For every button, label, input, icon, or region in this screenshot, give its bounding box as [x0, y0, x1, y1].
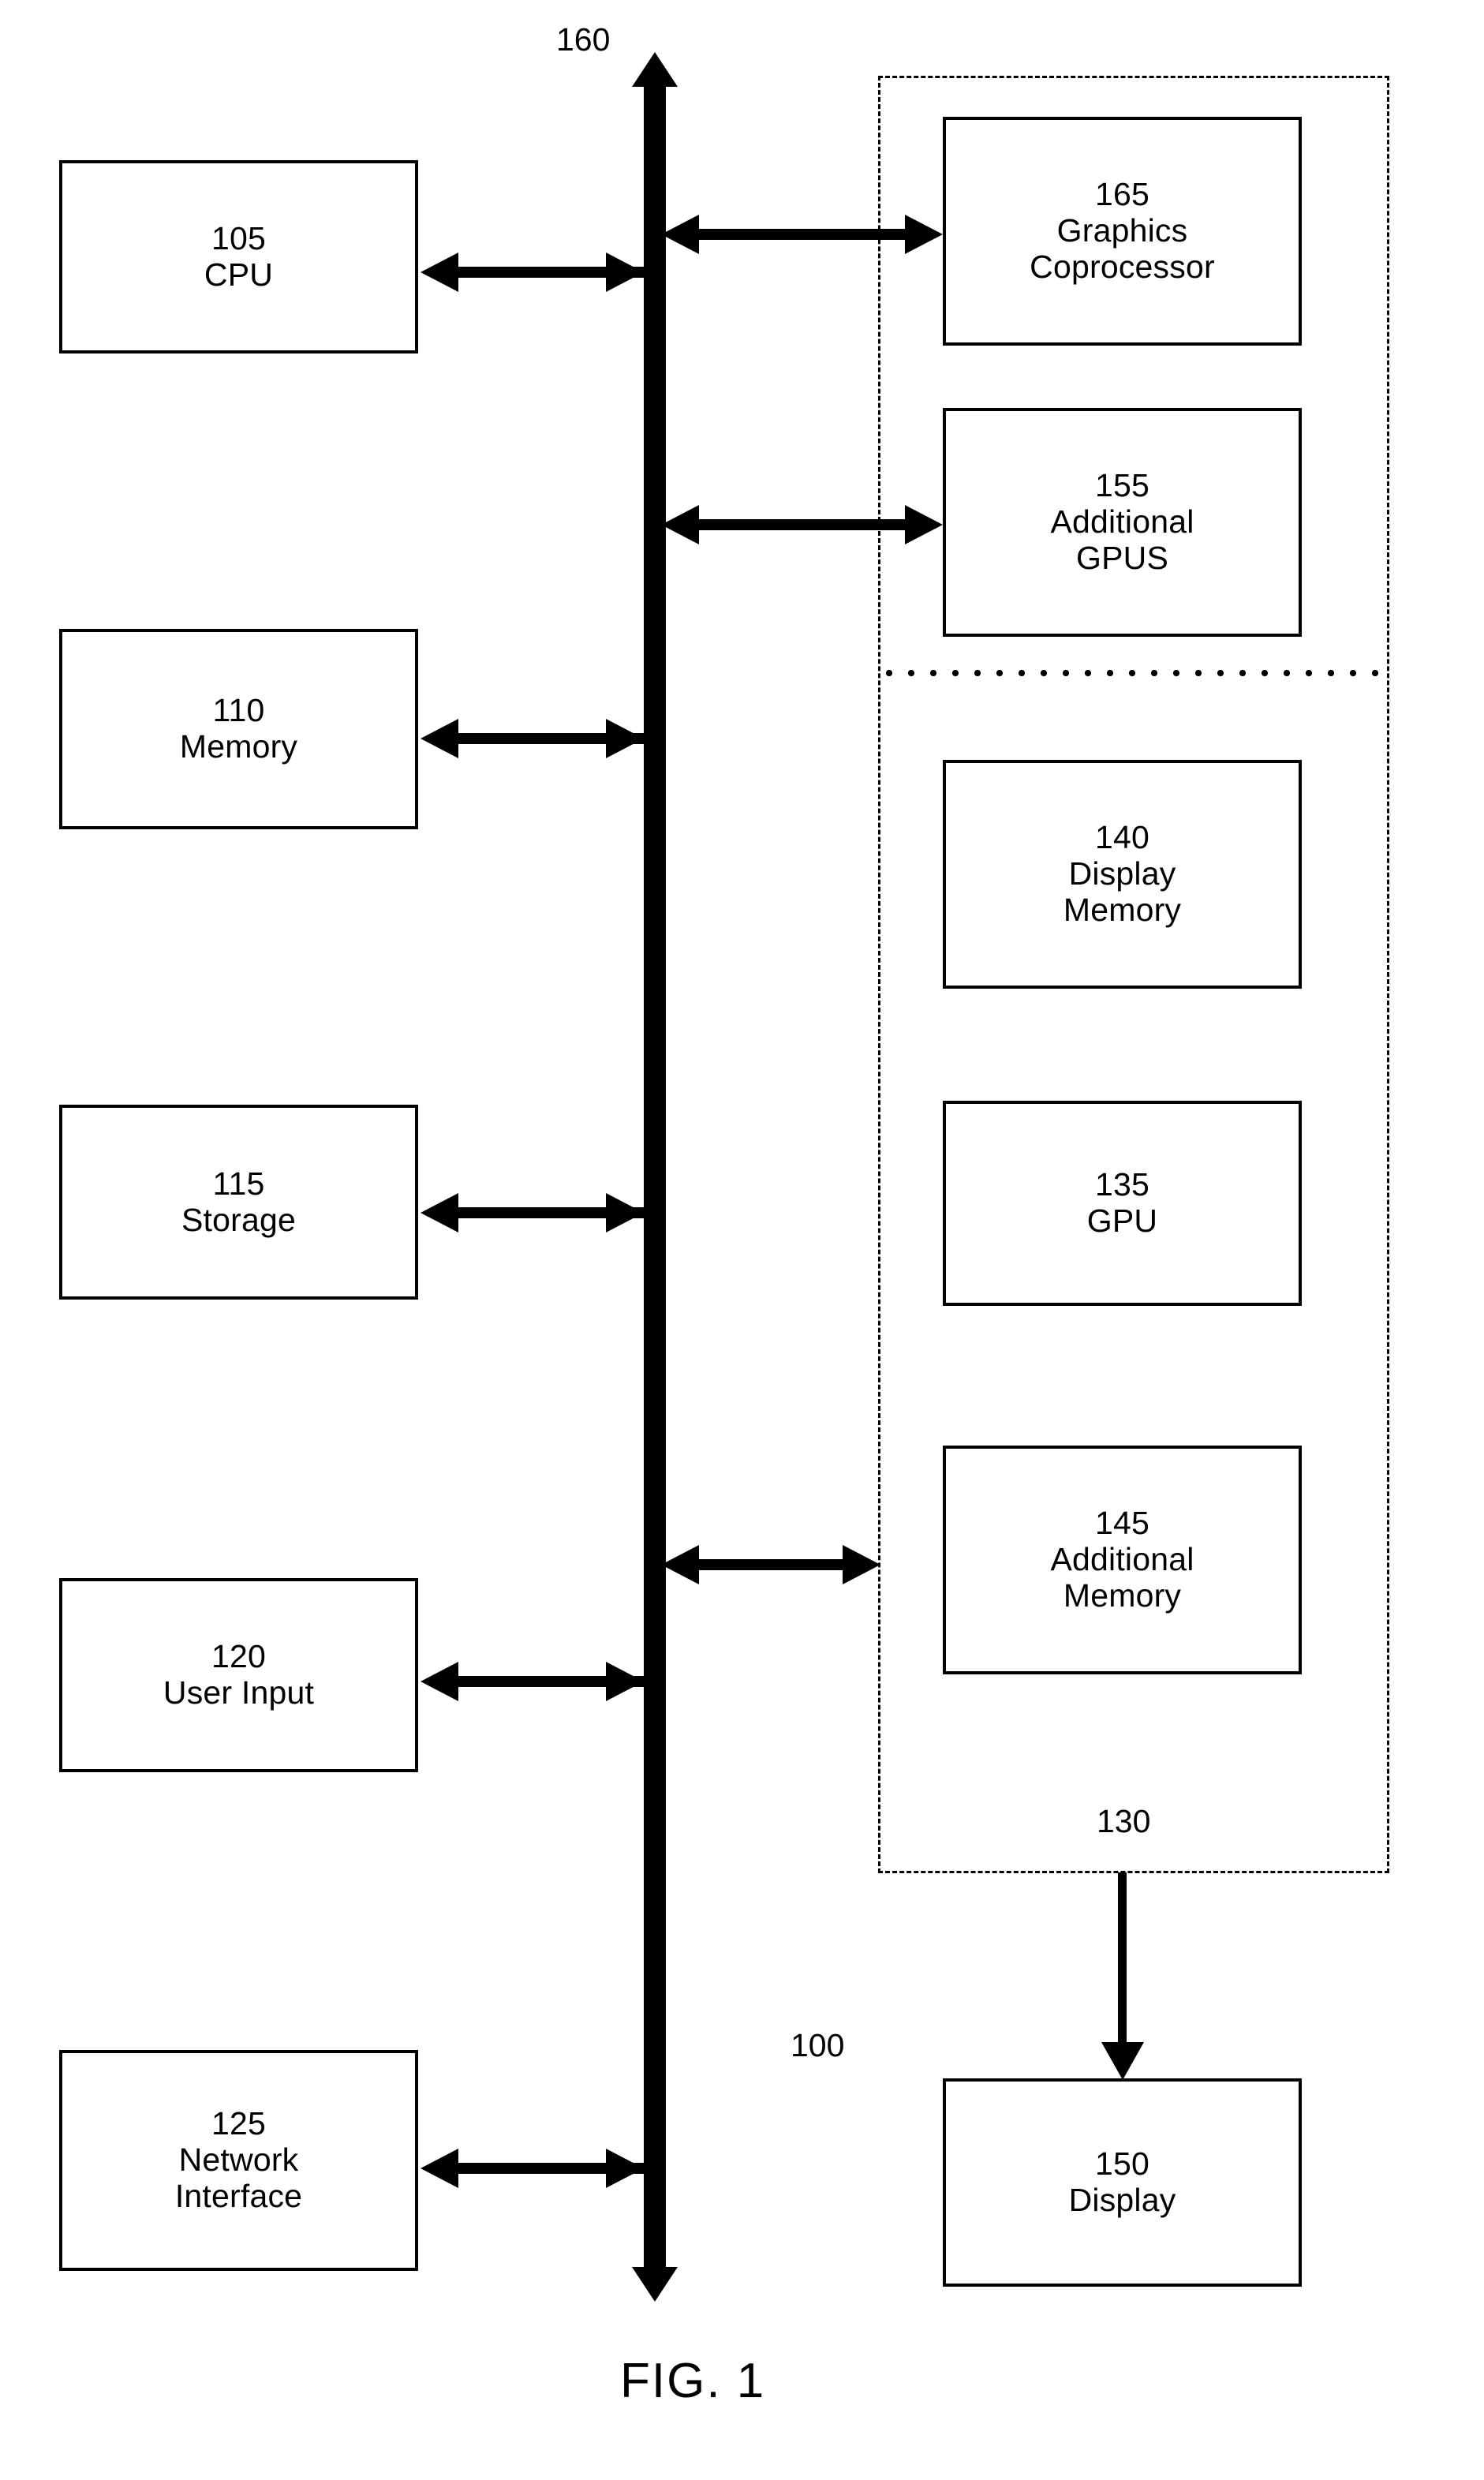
display-memory-label-line2: Memory	[1063, 891, 1182, 928]
storage-label: Storage	[181, 1201, 296, 1238]
graphics-coprocessor-connector	[699, 229, 905, 240]
gpu-label: GPU	[1086, 1203, 1158, 1239]
additional-memory-ref: 145	[1094, 1505, 1149, 1542]
component-box-display-memory[interactable]: 140 Display Memory	[943, 760, 1302, 989]
graphics-coprocessor-arrowhead-left	[661, 215, 699, 254]
system-reference-label: 100	[791, 2027, 845, 2063]
bus-arrowhead-up	[632, 52, 678, 87]
display-connector-arrowhead	[1101, 2042, 1144, 2080]
user-input-bus-arrowhead-right	[606, 1662, 644, 1701]
bus-reference-label: 160	[556, 21, 611, 58]
storage-ref: 115	[212, 1165, 265, 1202]
network-interface-bus-arrowhead-right	[606, 2149, 644, 2188]
component-box-memory[interactable]: 110 Memory	[59, 629, 418, 829]
display-ref: 150	[1094, 2145, 1149, 2183]
user-input-label: User Input	[163, 1674, 315, 1711]
subsystem-bus-arrowhead-right	[843, 1545, 880, 1584]
bus-arrowhead-down	[632, 2267, 678, 2302]
cpu-bus-arrowhead-right	[606, 252, 644, 292]
additional-gpus-arrowhead-left	[661, 505, 699, 544]
memory-bus-arrowhead-right	[606, 719, 644, 758]
memory-label: Memory	[179, 728, 298, 765]
subsystem-bus-arrowhead-left	[661, 1545, 699, 1584]
network-interface-ref: 125	[211, 2105, 266, 2142]
network-interface-bus-arrowhead-left	[421, 2149, 458, 2188]
network-interface-label-line2: Interface	[174, 2177, 303, 2214]
graphics-coprocessor-label-line2: Coprocessor	[1030, 248, 1215, 285]
figure-caption: FIG. 1	[620, 2354, 766, 2408]
cpu-ref: 105	[211, 219, 266, 256]
component-box-additional-gpus[interactable]: 155 Additional GPUS	[943, 408, 1302, 637]
network-interface-label: Network	[178, 2141, 299, 2179]
storage-bus-arrowhead-left	[421, 1193, 458, 1233]
display-label: Display	[1068, 2182, 1176, 2218]
additional-memory-label: Additional	[1050, 1541, 1194, 1578]
graphics-coprocessor-arrowhead-right	[905, 215, 943, 254]
component-box-cpu[interactable]: 105 CPU	[59, 160, 418, 353]
display-memory-ref: 140	[1094, 819, 1149, 856]
component-box-gpu[interactable]: 135 GPU	[943, 1101, 1302, 1306]
additional-gpus-connector	[699, 519, 905, 530]
memory-bus-arrowhead-left	[421, 719, 458, 758]
storage-bus-arrowhead-right	[606, 1193, 644, 1233]
gpu-ref: 135	[1094, 1166, 1149, 1203]
graphics-coprocessor-ref: 165	[1094, 176, 1149, 213]
user-input-bus-arrowhead-left	[421, 1662, 458, 1701]
cpu-label: CPU	[204, 256, 274, 293]
component-box-additional-memory[interactable]: 145 Additional Memory	[943, 1446, 1302, 1674]
subsystem-internal-divider	[878, 670, 1389, 676]
display-memory-label: Display	[1068, 855, 1176, 892]
user-input-ref: 120	[211, 1638, 266, 1675]
cpu-bus-arrowhead-left	[421, 252, 458, 292]
additional-gpus-arrowhead-right	[905, 505, 943, 544]
subsystem-reference-label: 130	[1097, 1803, 1151, 1839]
additional-memory-label-line2: Memory	[1063, 1577, 1182, 1614]
additional-gpus-label-line2: GPUS	[1076, 539, 1168, 576]
component-box-display[interactable]: 150 Display	[943, 2078, 1302, 2287]
subsystem-bus-connector	[699, 1559, 843, 1570]
bus-shaft	[644, 85, 666, 2267]
additional-gpus-label: Additional	[1050, 503, 1194, 541]
component-box-user-input[interactable]: 120 User Input	[59, 1578, 418, 1772]
component-box-graphics-coprocessor[interactable]: 165 Graphics Coprocessor	[943, 117, 1302, 346]
display-connector-shaft	[1118, 1872, 1127, 2042]
additional-gpus-ref: 155	[1094, 467, 1149, 504]
component-box-network-interface[interactable]: 125 Network Interface	[59, 2050, 418, 2271]
patent-figure-1: 160 105 CPU 110 Memory 115 Storage 120 U…	[0, 0, 1484, 2480]
memory-ref: 110	[212, 692, 265, 729]
graphics-coprocessor-label: Graphics	[1056, 212, 1188, 249]
component-box-storage[interactable]: 115 Storage	[59, 1105, 418, 1300]
